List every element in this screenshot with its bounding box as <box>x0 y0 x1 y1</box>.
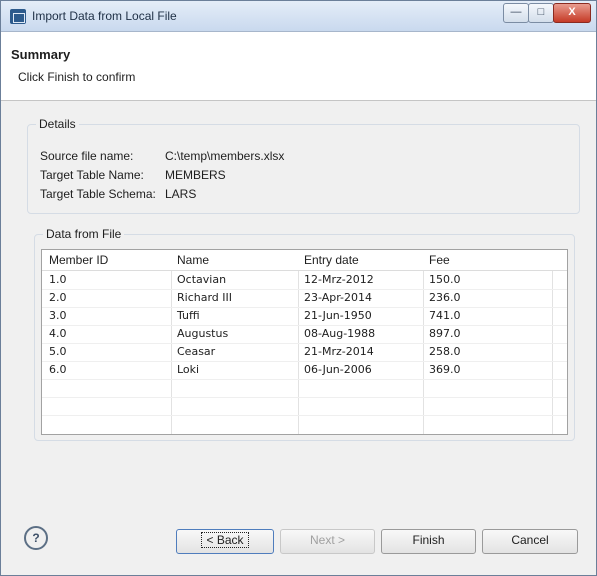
import-app-icon <box>10 9 26 24</box>
data-from-file-label: Data from File <box>43 227 125 241</box>
column-header-member-id[interactable]: Member ID <box>49 253 108 267</box>
next-button[interactable]: Next > <box>280 529 375 554</box>
finish-button[interactable]: Finish <box>381 529 476 554</box>
title-bar: Import Data from Local File — □ X <box>1 1 596 32</box>
table-row-empty <box>42 397 567 416</box>
target-table-schema-label: Target Table Schema: <box>40 187 156 201</box>
back-button[interactable]: < Back <box>176 529 274 554</box>
window-title: Import Data from Local File <box>32 9 177 23</box>
minimize-button[interactable]: — <box>503 3 529 23</box>
maximize-button[interactable]: □ <box>528 3 554 23</box>
page-title: Summary <box>11 47 71 62</box>
wizard-button-bar: ? < Back Next > Finish Cancel <box>1 507 596 567</box>
data-preview-table[interactable]: Member ID Name Entry date Fee 1.0 Octavi… <box>41 249 568 435</box>
close-button[interactable]: X <box>553 3 591 23</box>
table-header: Member ID Name Entry date Fee <box>42 250 567 271</box>
data-from-file-group: Data from File Member ID Name Entry date… <box>34 227 575 441</box>
source-file-label: Source file name: <box>40 149 134 163</box>
table-row[interactable]: 2.0 Richard III 23-Apr-2014 236.0 <box>42 289 567 308</box>
target-table-name-value: MEMBERS <box>165 168 226 182</box>
column-header-entry-date[interactable]: Entry date <box>304 253 359 267</box>
column-header-name[interactable]: Name <box>177 253 209 267</box>
target-table-name-label: Target Table Name: <box>40 168 144 182</box>
import-dialog-window: Import Data from Local File — □ X Summar… <box>0 0 597 576</box>
table-row[interactable]: 6.0 Loki 06-Jun-2006 369.0 <box>42 361 567 380</box>
target-table-schema-value: LARS <box>165 187 197 201</box>
table-row[interactable]: 3.0 Tuffi 21-Jun-1950 741.0 <box>42 307 567 326</box>
table-row-empty <box>42 379 567 398</box>
details-group-label: Details <box>36 117 79 131</box>
source-file-value: C:\temp\members.xlsx <box>165 149 285 163</box>
page-subtitle: Click Finish to confirm <box>18 70 136 84</box>
column-header-fee[interactable]: Fee <box>429 253 450 267</box>
cancel-button[interactable]: Cancel <box>482 529 578 554</box>
wizard-banner: Summary Click Finish to confirm <box>1 32 596 101</box>
back-button-label: < Back <box>201 532 249 548</box>
table-row[interactable]: 1.0 Octavian 12-Mrz-2012 150.0 <box>42 271 567 290</box>
details-group: Details Source file name: C:\temp\member… <box>27 117 580 214</box>
table-row[interactable]: 4.0 Augustus 08-Aug-1988 897.0 <box>42 325 567 344</box>
help-icon[interactable]: ? <box>24 526 48 550</box>
table-row[interactable]: 5.0 Ceasar 21-Mrz-2014 258.0 <box>42 343 567 362</box>
